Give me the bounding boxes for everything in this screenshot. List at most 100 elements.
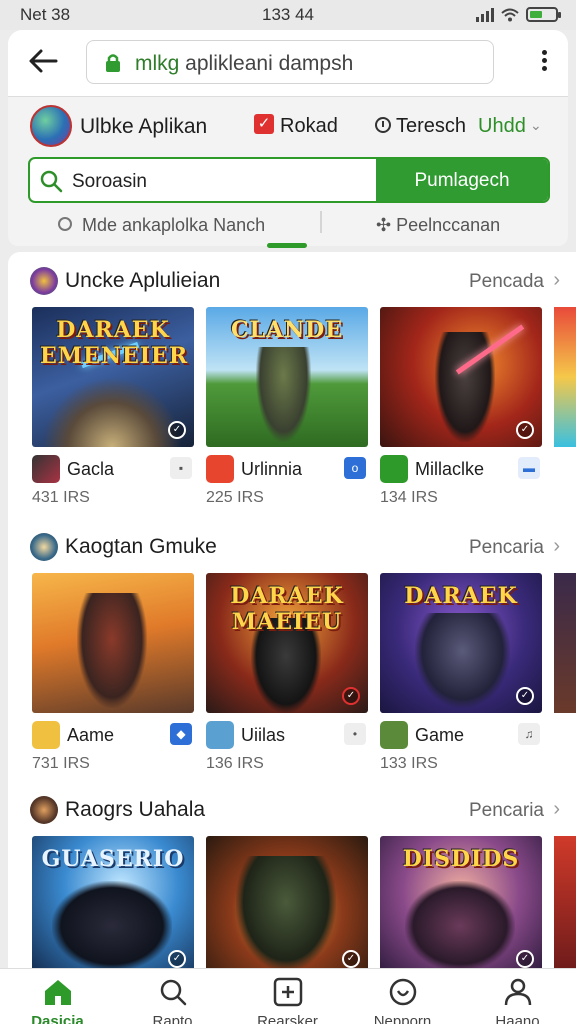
app-title: Ulbke Aplikan (80, 115, 208, 138)
next-card-peek[interactable] (554, 573, 576, 713)
search-bar: Soroasin Pumlagech (28, 157, 550, 203)
search-button[interactable]: Pumlagech (376, 159, 548, 201)
game-size: 133 IRS (380, 755, 438, 772)
check-icon: ✓ (516, 950, 534, 968)
url-text: mlkg aplikleani dampsh (135, 52, 354, 75)
browser-toolbar: mlkg aplikleani dampsh (8, 30, 568, 96)
check-icon: ✓ (342, 687, 360, 705)
search-input[interactable]: Soroasin (72, 171, 147, 193)
app-header-panel: Ulbke Aplikan ✓ Rokad Teresch Uhdd ⌄ Sor… (8, 96, 568, 248)
badge-icon: ▪ (170, 457, 192, 479)
game-name: Uiilas (241, 725, 286, 745)
checkbox-checked-icon[interactable]: ✓ (254, 114, 274, 134)
game-thumbnail[interactable]: CLANDE (206, 307, 368, 447)
wifi-icon (501, 8, 519, 21)
section-icon (30, 796, 58, 824)
section-more-link[interactable]: Pencaria (469, 800, 544, 822)
nav-home[interactable]: Dasicia (0, 969, 115, 1024)
app-logo (30, 105, 72, 147)
search-hint-right[interactable]: ✣ Peelnccanan (376, 215, 500, 236)
refresh-icon[interactable] (375, 117, 391, 133)
nav-label: Rapto (152, 1013, 193, 1024)
game-card[interactable]: ✓ Millaclke ▬ 134 IRS (380, 307, 542, 506)
status-bar: Net 38 133 44 (0, 0, 576, 30)
battery-icon (526, 7, 561, 22)
game-card[interactable]: DARAEK EMENEIER ✓ Gacla ▪ 431 IRS (32, 307, 194, 506)
thumbnail-title: GUASERIO (41, 846, 185, 872)
magnifier-icon (58, 217, 72, 231)
game-size: 731 IRS (32, 755, 90, 772)
divider (320, 211, 322, 233)
game-icon (380, 455, 408, 483)
chevron-right-icon[interactable]: › (553, 269, 560, 292)
nav-label: Nepporn (373, 1013, 432, 1024)
nav-profile[interactable]: Haano (460, 969, 575, 1024)
game-icon (206, 455, 234, 483)
bottom-navigation: Dasicia Rapto Rearsker Nepporn Haano (0, 968, 576, 1024)
game-thumbnail[interactable]: DISDIDS ✓ (380, 836, 542, 968)
game-card[interactable]: DARAEK MAEIEU ✓ Uiilas • 136 IRS (206, 573, 368, 772)
next-card-peek[interactable] (554, 836, 576, 968)
section-title: Kaogtan Gmuke (65, 535, 217, 558)
game-name: Millaclke (415, 459, 485, 479)
game-icon (206, 721, 234, 749)
game-card[interactable]: GUASERIO ✓ (32, 836, 194, 968)
game-card[interactable]: DARAEK ✓ Game ♫ 133 IRS (380, 573, 542, 772)
badge-icon: o (344, 457, 366, 479)
game-size: 431 IRS (32, 489, 90, 506)
game-icon (32, 721, 60, 749)
status-icons (476, 7, 561, 22)
game-thumbnail[interactable]: DARAEK ✓ (380, 573, 542, 713)
chevron-right-icon[interactable]: › (553, 798, 560, 821)
home-icon (45, 980, 71, 1005)
game-name: Urlinnia (241, 459, 303, 479)
next-card-peek[interactable] (554, 307, 576, 447)
refresh-label[interactable]: Teresch (396, 115, 466, 138)
section-icon (30, 267, 58, 295)
nav-search[interactable]: Rapto (115, 969, 230, 1024)
lock-icon (106, 54, 120, 72)
signal-icon (476, 7, 494, 22)
game-size: 136 IRS (206, 755, 264, 772)
game-thumbnail[interactable]: DARAEK EMENEIER ✓ (32, 307, 194, 447)
badge-icon: • (344, 723, 366, 745)
check-icon: ✓ (168, 421, 186, 439)
game-thumbnail[interactable]: GUASERIO ✓ (32, 836, 194, 968)
section-more-link[interactable]: Pencada (469, 271, 544, 293)
address-bar[interactable]: mlkg aplikleani dampsh (86, 40, 494, 84)
chevron-right-icon[interactable]: › (553, 535, 560, 558)
game-card[interactable]: CLANDE Urlinnia o 225 IRS (206, 307, 368, 506)
nav-apps[interactable]: Rearsker (230, 969, 345, 1024)
game-thumbnail[interactable]: ✓ (206, 836, 368, 968)
game-name: Aame (67, 725, 115, 745)
game-thumbnail[interactable]: DARAEK MAEIEU ✓ (206, 573, 368, 713)
game-thumbnail[interactable]: ✓ (380, 307, 542, 447)
game-card[interactable]: DISDIDS ✓ (380, 836, 542, 968)
checkbox-label[interactable]: Rokad (280, 115, 338, 138)
badge-icon: ◆ (170, 723, 192, 745)
game-card[interactable]: Aame ◆ 731 IRS (32, 573, 194, 772)
update-button[interactable]: Uhdd (478, 115, 526, 138)
back-arrow-icon[interactable] (26, 46, 60, 76)
chevron-down-icon[interactable]: ⌄ (530, 117, 542, 134)
search-icon (160, 979, 187, 1006)
nav-updates[interactable]: Nepporn (345, 969, 460, 1024)
check-icon: ✓ (342, 950, 360, 968)
section-icon (30, 533, 58, 561)
game-icon (32, 455, 60, 483)
section-more-link[interactable]: Pencaria (469, 537, 544, 559)
thumbnail-title: DARAEK EMENEIER (40, 317, 189, 369)
tab-indicator (267, 243, 307, 248)
check-icon: ✓ (516, 687, 534, 705)
badge-icon: ♫ (518, 723, 540, 745)
more-menu-icon[interactable] (540, 50, 548, 74)
search-hint-left[interactable]: Mde ankaplolka Nanch (82, 215, 265, 236)
section-1: Uncke Aplulieian Pencada › DARAEK EMENEI… (8, 252, 576, 514)
nav-label: Dasicia (31, 1013, 84, 1024)
badge-icon: ▬ (518, 457, 540, 479)
game-card[interactable]: ✓ (206, 836, 368, 968)
game-name: Gacla (67, 459, 115, 479)
section-3: Raogrs Uahala Pencaria › GUASERIO ✓ ✓ DI… (8, 781, 576, 968)
game-icon (380, 721, 408, 749)
game-thumbnail[interactable] (32, 573, 194, 713)
